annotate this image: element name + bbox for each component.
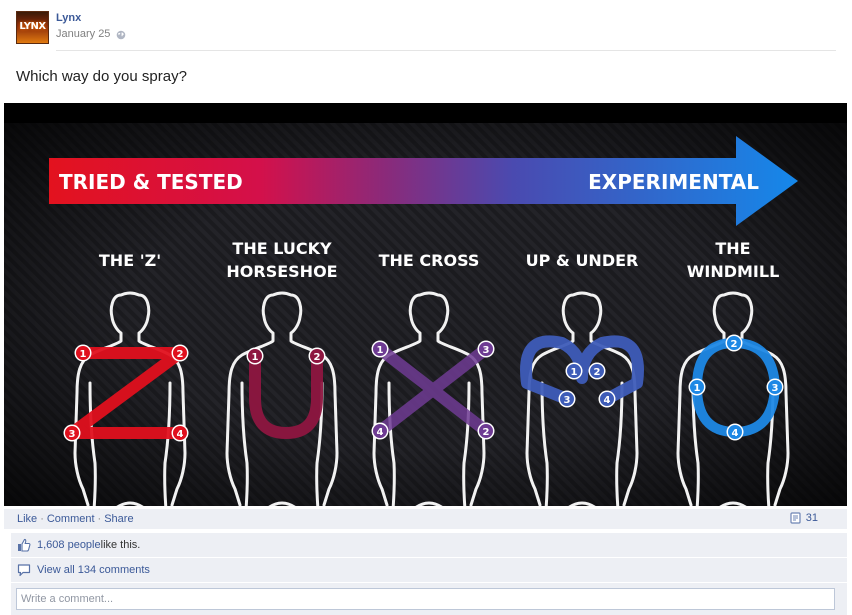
spray-point-number: 1 bbox=[377, 345, 384, 356]
separator-dot: · bbox=[40, 513, 44, 525]
like-link[interactable]: Like bbox=[17, 513, 37, 525]
spray-point-number: 3 bbox=[564, 395, 571, 406]
spray-point-badge: 3 bbox=[558, 390, 576, 408]
technique-title: UP & UNDER bbox=[526, 251, 639, 270]
spray-point-badge: 4 bbox=[726, 423, 744, 441]
post-date-link[interactable]: January 25 bbox=[56, 27, 110, 42]
separator-dot: · bbox=[97, 513, 102, 525]
spray-point-number: 2 bbox=[594, 367, 601, 378]
spray-point-badge: 1 bbox=[371, 340, 389, 358]
globe-icon[interactable] bbox=[116, 30, 126, 40]
likes-row: 1,608 people like this. bbox=[11, 533, 847, 557]
spray-point-badge: 1 bbox=[688, 378, 706, 396]
post-actions-bar: Like · Comment · Share 31 bbox=[4, 509, 847, 529]
technique-title: THE bbox=[715, 239, 750, 258]
technique-title: WINDMILL bbox=[687, 262, 780, 281]
comment-link[interactable]: Comment bbox=[47, 513, 95, 525]
spray-infographic: TRIED & TESTED EXPERIMENTAL THE 'Z' 1 2 3 4 T… bbox=[4, 103, 847, 506]
spray-point-badge: 2 bbox=[588, 362, 606, 380]
spray-point-number: 4 bbox=[377, 427, 384, 438]
comment-bubble-icon bbox=[17, 564, 31, 577]
likes-suffix: like this. bbox=[100, 539, 141, 551]
spray-point-number: 1 bbox=[252, 352, 259, 363]
spray-point-badge: 1 bbox=[246, 347, 264, 365]
arrow-right-label: EXPERIMENTAL bbox=[588, 170, 759, 194]
technique-title: THE LUCKY bbox=[232, 239, 332, 258]
spray-point-number: 2 bbox=[177, 349, 184, 360]
post-meta: January 25 bbox=[56, 27, 126, 42]
avatar[interactable]: LYNX bbox=[16, 11, 49, 44]
comment-composer bbox=[11, 583, 847, 615]
spray-point-number: 4 bbox=[604, 395, 611, 406]
spray-point-number: 4 bbox=[177, 429, 184, 440]
view-all-comments-link[interactable]: View all 134 comments bbox=[37, 564, 150, 576]
spray-point-number: 3 bbox=[69, 429, 76, 440]
spray-point-number: 2 bbox=[314, 352, 321, 363]
spray-point-badge: 3 bbox=[63, 424, 81, 442]
spray-point-badge: 2 bbox=[171, 344, 189, 362]
avatar-logo-text: LYNX bbox=[19, 21, 46, 32]
author-name-link[interactable]: Lynx bbox=[56, 11, 126, 25]
spray-point-badge: 4 bbox=[171, 424, 189, 442]
spray-point-number: 3 bbox=[772, 383, 779, 394]
shares-icon bbox=[790, 512, 801, 524]
spray-point-badge: 3 bbox=[477, 340, 495, 358]
spray-point-number: 1 bbox=[80, 349, 87, 360]
spray-point-number: 2 bbox=[731, 339, 738, 350]
technique-title: THE CROSS bbox=[379, 251, 480, 270]
technique-title: HORSESHOE bbox=[226, 262, 337, 281]
spray-point-badge: 4 bbox=[598, 390, 616, 408]
spray-point-badge: 2 bbox=[308, 347, 326, 365]
share-count[interactable]: 31 bbox=[790, 512, 818, 524]
spray-point-badge: 2 bbox=[477, 422, 495, 440]
share-link[interactable]: Share bbox=[104, 513, 133, 525]
spray-point-badge: 4 bbox=[371, 422, 389, 440]
spray-point-badge: 1 bbox=[74, 344, 92, 362]
spray-point-badge: 1 bbox=[565, 362, 583, 380]
author-block: Lynx January 25 bbox=[56, 11, 126, 47]
spray-point-number: 1 bbox=[571, 367, 578, 378]
comments-row: View all 134 comments bbox=[11, 558, 847, 582]
likes-count-link[interactable]: 1,608 people bbox=[37, 539, 101, 551]
share-count-value: 31 bbox=[805, 512, 818, 524]
technique-title: THE 'Z' bbox=[99, 251, 161, 270]
arrow-left-label: TRIED & TESTED bbox=[59, 170, 243, 194]
post-header: LYNX Lynx January 25 bbox=[16, 11, 126, 47]
post-photo[interactable]: TRIED & TESTED EXPERIMENTAL THE 'Z' 1 2 3 4 T… bbox=[4, 103, 847, 506]
comment-input[interactable] bbox=[16, 588, 835, 610]
spray-point-number: 1 bbox=[694, 383, 701, 394]
spray-point-badge: 3 bbox=[766, 378, 784, 396]
spray-point-number: 3 bbox=[483, 345, 490, 356]
thumbs-up-icon bbox=[18, 538, 31, 552]
spray-point-number: 2 bbox=[483, 427, 490, 438]
post-message: Which way do you spray? bbox=[16, 68, 187, 85]
spray-point-number: 4 bbox=[732, 428, 739, 439]
header-divider bbox=[56, 50, 836, 51]
spray-point-badge: 2 bbox=[725, 334, 743, 352]
